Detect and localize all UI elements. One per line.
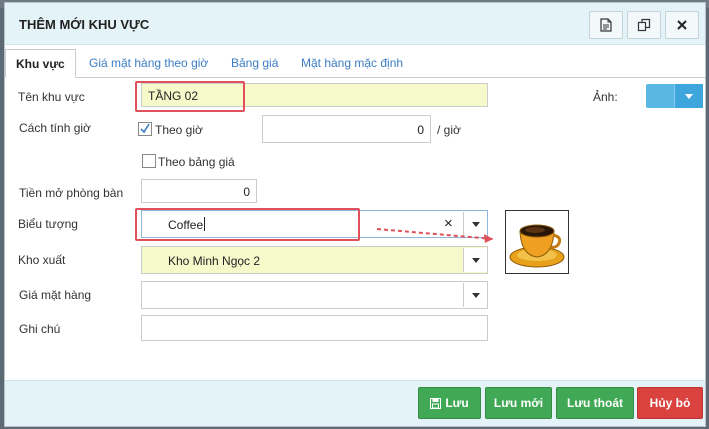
warehouse-select[interactable]: Kho Minh Ngọc 2 — [141, 246, 488, 274]
save-new-button-label: Lưu mới — [493, 396, 544, 410]
add-area-dialog: THÊM MỚI KHU VỰC Khu vực Giá mặt hàng th… — [4, 2, 706, 427]
save-exit-button-label: Lưu thoát — [566, 396, 623, 410]
by-price-list-checkbox[interactable] — [142, 154, 156, 168]
save-button-label: Lưu — [445, 396, 469, 410]
dialog-titlebar: THÊM MỚI KHU VỰC — [5, 3, 705, 45]
highlight-annotation — [135, 208, 360, 241]
tab-mat-hang-mac-dinh[interactable]: Mặt hàng mặc định — [301, 49, 403, 78]
save-button[interactable]: Lưu — [418, 387, 481, 419]
image-picker-dropdown[interactable] — [674, 84, 703, 108]
save-exit-button[interactable]: Lưu thoát — [556, 387, 634, 419]
close-button[interactable] — [665, 11, 699, 39]
time-calc-label: Cách tính giờ — [19, 121, 91, 135]
tab-bang-gia[interactable]: Bảng giá — [231, 49, 278, 78]
item-price-label: Giá mặt hàng — [19, 288, 92, 302]
checkmark-icon — [140, 123, 150, 134]
warehouse-select-value: Kho Minh Ngọc 2 — [168, 254, 261, 268]
close-icon — [677, 20, 687, 30]
chevron-down-icon — [471, 292, 480, 298]
highlight-annotation — [135, 81, 245, 112]
cancel-button-label: Hủy bỏ — [649, 396, 691, 410]
room-open-fee-label: Tiền mở phòng bàn — [19, 186, 124, 200]
annotation-arrow-icon — [376, 228, 494, 243]
item-price-select-dropdown[interactable] — [463, 283, 487, 307]
tab-gia-mat-hang-theo-gio[interactable]: Giá mặt hàng theo giờ — [89, 49, 208, 78]
by-price-list-label: Theo bảng giá — [158, 155, 235, 169]
note-input[interactable] — [141, 315, 488, 341]
chevron-down-icon — [685, 93, 693, 99]
warehouse-label: Kho xuất — [18, 253, 66, 267]
save-new-button[interactable]: Lưu mới — [485, 387, 552, 419]
per-hour-suffix: / giờ — [437, 123, 461, 137]
coffee-preview-image — [505, 210, 569, 274]
by-hour-checkbox[interactable] — [138, 122, 152, 136]
item-price-select[interactable] — [141, 281, 488, 309]
icon-label: Biểu tượng — [18, 217, 78, 231]
tab-bar: Khu vực Giá mặt hàng theo giờ Bảng giá M… — [5, 49, 705, 78]
by-hour-label: Theo giờ — [155, 123, 203, 137]
dialog-footer: Lưu Lưu mới Lưu thoát Hủy bỏ — [5, 380, 705, 426]
cancel-button[interactable]: Hủy bỏ — [637, 387, 703, 419]
per-hour-price-input[interactable]: 0 — [262, 115, 431, 143]
image-picker-button[interactable] — [646, 84, 703, 108]
tab-khu-vuc[interactable]: Khu vực — [5, 49, 76, 78]
image-label: Ảnh: — [593, 90, 618, 104]
save-icon — [430, 397, 442, 409]
warehouse-select-dropdown[interactable] — [463, 248, 487, 272]
restore-button[interactable] — [627, 11, 661, 39]
room-open-fee-value: 0 — [243, 185, 250, 199]
coffee-cup-icon — [509, 224, 565, 268]
per-hour-price-value: 0 — [417, 123, 424, 137]
restore-icon — [637, 18, 651, 32]
note-label: Ghi chú — [19, 322, 61, 336]
dialog-title: THÊM MỚI KHU VỰC — [19, 17, 150, 32]
document-button[interactable] — [589, 11, 623, 39]
chevron-down-icon — [471, 257, 480, 263]
room-open-fee-input[interactable]: 0 — [141, 179, 257, 203]
document-icon — [600, 18, 612, 32]
area-name-label: Tên khu vực — [18, 90, 85, 104]
